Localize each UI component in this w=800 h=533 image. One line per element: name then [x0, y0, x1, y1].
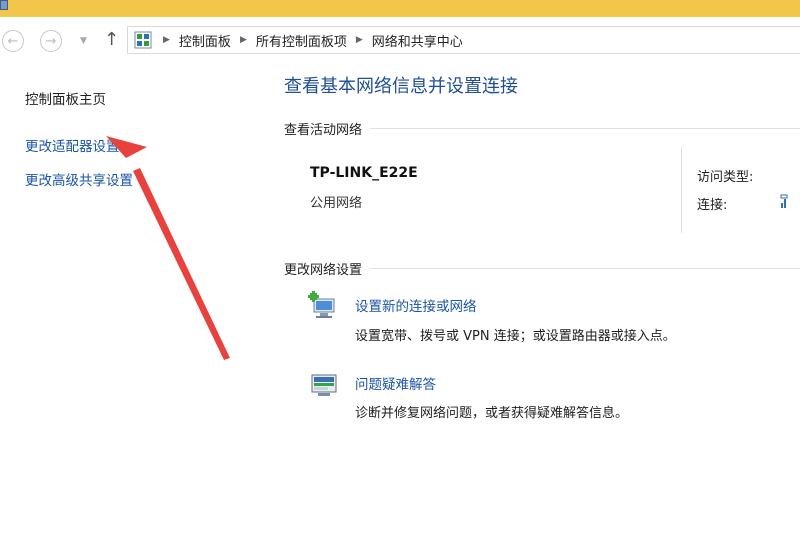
main-content: 查看基本网络信息并设置连接 查看活动网络 TP-LINK_E22E 公用网络 访…: [284, 63, 800, 533]
troubleshoot-icon: [308, 371, 340, 401]
section-divider: [370, 128, 800, 129]
forward-button[interactable]: →: [40, 30, 62, 52]
breadcrumb-separator-icon: ▶: [239, 35, 247, 45]
section-heading: 更改网络设置: [284, 263, 363, 278]
section-divider: [370, 268, 800, 269]
sidebar-item-home[interactable]: 控制面板主页: [25, 88, 106, 108]
breadcrumb-separator-icon: ▶: [163, 35, 170, 45]
window-titlebar: [0, 0, 800, 17]
setup-new-connection-description: 设置宽带、拨号或 VPN 连接；或设置路由器或接入点。: [355, 329, 676, 344]
up-button[interactable]: ↑: [104, 29, 119, 50]
breadcrumb-item-network-center[interactable]: 网络和共享中心: [372, 31, 463, 50]
network-category[interactable]: 公用网络: [310, 192, 362, 211]
address-bar[interactable]: ▶ 控制面板 ▶ 所有控制面板项 ▶ 网络和共享中心: [127, 26, 800, 54]
back-arrow-icon: ←: [7, 33, 19, 49]
up-arrow-icon: ↑: [104, 29, 120, 50]
back-button[interactable]: ←: [2, 30, 24, 52]
recent-locations-dropdown[interactable]: ▼: [80, 36, 87, 46]
section-active-networks: 查看活动网络: [284, 119, 800, 138]
connection-label: 连接:: [697, 198, 728, 213]
breadcrumb-item-control-panel[interactable]: 控制面板: [179, 31, 231, 50]
page-title: 查看基本网络信息并设置连接: [284, 76, 518, 97]
sidebar: 控制面板主页 更改适配器设置 更改高级共享设置: [0, 63, 260, 533]
section-change-settings: 更改网络设置: [284, 259, 800, 278]
setup-new-connection-link[interactable]: 设置新的连接或网络: [355, 295, 477, 315]
troubleshoot-description: 诊断并修复网络问题，或者获得疑难解答信息。: [355, 406, 629, 421]
forward-arrow-icon: →: [45, 33, 57, 49]
access-type-label: 访问类型:: [697, 170, 754, 185]
wifi-signal-icon[interactable]: [780, 191, 788, 209]
troubleshoot-link[interactable]: 问题疑难解答: [355, 373, 436, 393]
sidebar-item-adapter-settings[interactable]: 更改适配器设置: [25, 135, 120, 155]
control-panel-icon: [132, 29, 154, 51]
breadcrumb-separator-icon: ▶: [355, 35, 363, 45]
sidebar-item-advanced-sharing[interactable]: 更改高级共享设置: [25, 169, 133, 189]
section-heading: 查看活动网络: [284, 123, 363, 138]
breadcrumb-item-all-items[interactable]: 所有控制面板项: [256, 31, 347, 50]
chevron-down-icon: ▼: [80, 36, 87, 46]
window-app-icon: [0, 0, 8, 10]
new-connection-icon: [308, 291, 340, 321]
navigation-bar: ← → ▼ ↑ ▶ 控制面板 ▶ 所有控制面板项 ▶ 网络和共享中心: [0, 17, 800, 63]
network-name: TP-LINK_E22E: [310, 165, 418, 181]
vertical-divider: [681, 147, 682, 233]
